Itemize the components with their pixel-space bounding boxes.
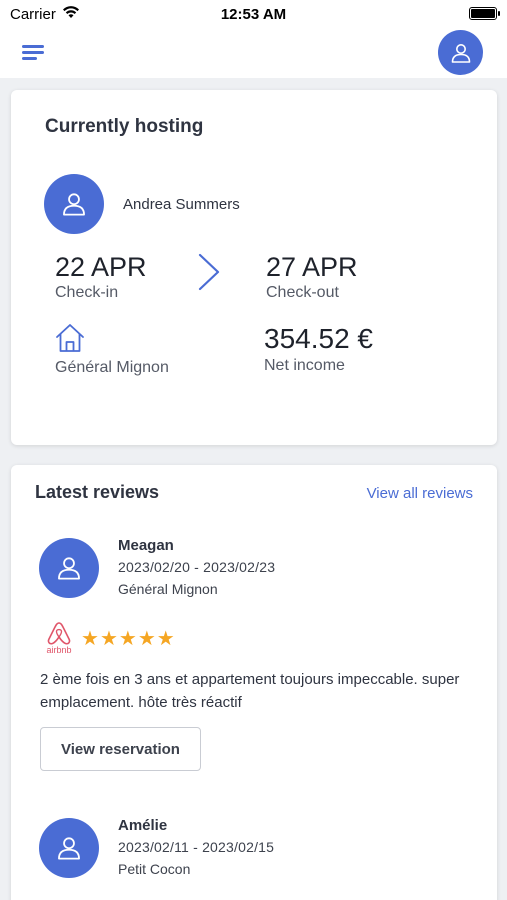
latest-reviews-card: Latest reviews View all reviews Meagan 2… xyxy=(11,465,497,900)
checkout-date: 27 APR xyxy=(266,252,358,282)
net-income-label: Net income xyxy=(264,357,345,374)
status-bar: Carrier 12:53 AM xyxy=(0,0,507,28)
net-income-value: 354.52 € xyxy=(264,323,373,354)
battery-icon xyxy=(469,7,500,20)
section-title: Currently hosting xyxy=(45,116,204,137)
top-navbar xyxy=(0,28,507,78)
star-icon: ★ xyxy=(118,628,138,650)
profile-button[interactable] xyxy=(438,30,483,75)
star-icon: ★ xyxy=(137,628,157,650)
airbnb-icon: airbnb xyxy=(42,620,76,658)
view-all-reviews-link[interactable]: View all reviews xyxy=(367,485,473,502)
chevron-right-icon xyxy=(197,253,221,296)
reviewer-avatar xyxy=(39,818,99,878)
reviewer-name: Meagan xyxy=(118,537,174,554)
review-dates: 2023/02/20 - 2023/02/23 xyxy=(118,559,276,575)
user-icon xyxy=(63,193,85,216)
reviewer-name: Amélie xyxy=(118,817,168,834)
section-title: Latest reviews xyxy=(35,482,160,502)
currently-hosting-card: Currently hosting Andrea Summers 22 APR … xyxy=(11,90,497,445)
user-icon xyxy=(58,837,80,860)
checkin-date: 22 APR xyxy=(55,252,147,282)
user-icon xyxy=(58,557,80,580)
review-property: Petit Cocon xyxy=(118,861,191,877)
guest-avatar xyxy=(44,174,104,234)
reviewer-avatar xyxy=(39,538,99,598)
checkout-label: Check-out xyxy=(266,284,339,301)
star-rating: ★★★★★ xyxy=(81,626,176,651)
star-icon: ★ xyxy=(99,628,119,650)
checkin-label: Check-in xyxy=(55,284,119,301)
review-source-label: airbnb xyxy=(46,645,72,655)
star-icon: ★ xyxy=(156,628,176,650)
house-icon xyxy=(55,323,85,358)
menu-icon[interactable] xyxy=(20,42,46,64)
user-icon xyxy=(451,43,470,63)
guest-name: Andrea Summers xyxy=(123,196,240,213)
review-text: 2 ème fois en 3 ans et appartement toujo… xyxy=(40,671,460,711)
review-property: Général Mignon xyxy=(118,581,218,597)
star-icon: ★ xyxy=(81,628,100,650)
clock: 12:53 AM xyxy=(220,6,287,23)
property-name: Général Mignon xyxy=(55,359,169,376)
view-reservation-button[interactable]: View reservation xyxy=(40,727,201,771)
review-dates: 2023/02/11 - 2023/02/15 xyxy=(118,839,275,855)
